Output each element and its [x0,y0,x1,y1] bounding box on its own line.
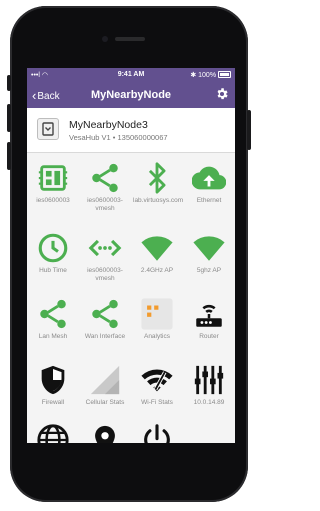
tile-label: Lan Mesh [38,333,68,340]
tile-internet[interactable] [27,415,79,443]
battery-icon [218,71,231,78]
tile-label: Cellular Stats [85,399,125,406]
battery-indicator: ✱ 100% [190,71,231,79]
wifi-speed-icon [141,369,173,392]
tile-power[interactable] [131,415,183,443]
clock-icon [38,233,68,263]
power-icon [144,424,170,443]
cloud-upload-icon [192,166,226,190]
volume-down-button [7,142,11,170]
sliders-icon [194,365,224,395]
tile-router[interactable]: Router [183,289,235,355]
tile-label: Firewall [41,399,65,406]
tile-label: Analytics [143,333,170,340]
tile-24ghz-ap[interactable]: 2.4GHz AP [131,223,183,289]
tile-label: Ethernet [196,197,222,204]
power-side-button [247,110,251,150]
status-bar: •••l ◠ 9:41 AM ✱ 100% [27,68,235,82]
tile-lan-mesh[interactable]: Lan Mesh [27,289,79,355]
tile-label: 2.4GHz AP [140,267,174,274]
feature-grid: ies0600003 ies0600003-vmesh lab.virtuosy… [27,153,235,443]
node-header[interactable]: MyNearbyNode3 VesaHub V1 • 135060000067 [27,108,235,153]
bluetooth-status-icon: ✱ [190,72,197,79]
tile-label: Router [199,333,219,340]
mute-switch [7,75,11,91]
analytics-icon [141,298,173,330]
share-icon [92,163,118,193]
wifi-icon [141,236,173,261]
tile-5ghz-ap[interactable]: 5ghz AP [183,223,235,289]
tile-ip-settings[interactable]: 10.0.14.89 [183,355,235,421]
gear-icon[interactable] [215,87,229,101]
share-icon [92,299,118,329]
tile-cellular-stats[interactable]: Cellular Stats [79,355,131,421]
router-icon [196,304,222,327]
globe-icon [37,424,69,443]
tile-vmesh-2[interactable]: ies0600003-vmesh [79,223,131,289]
tile-wifi-stats[interactable]: Wi-Fi Stats [131,355,183,421]
screen: •••l ◠ 9:41 AM ✱ 100% ‹Back MyNearbyNode… [27,68,235,443]
shield-icon [41,365,65,395]
node-name: MyNearbyNode3 [69,119,148,131]
tile-label: Hub Time [39,267,67,274]
tile-bluetooth[interactable]: lab.virtuosys.com [131,153,183,219]
page-title: MyNearbyNode [90,89,172,101]
tile-firewall[interactable]: Firewall [27,355,79,421]
node-subtitle: VesaHub V1 • 135060000067 [69,133,168,142]
bluetooth-icon [148,162,166,194]
share-icon [40,299,66,329]
tile-label: Wi-Fi Stats [141,399,173,406]
tile-location[interactable] [79,415,131,443]
chip-icon [38,165,68,191]
tile-ethernet[interactable]: Ethernet [183,153,235,219]
front-camera [102,36,108,42]
tile-analytics[interactable]: Analytics [131,289,183,355]
tile-label: 10.0.14.89 [193,399,225,406]
cellular-icon [90,365,120,395]
volume-up-button [7,104,11,132]
mesh-arrows-icon [88,239,122,257]
node-device-icon [37,118,59,140]
tile-label: Wan Interface [84,333,126,340]
tile-wan-interface[interactable]: Wan Interface [79,289,131,355]
tile-hub[interactable]: ies0600003 [27,153,79,219]
tile-hub-time[interactable]: Hub Time [27,223,79,289]
tile-label: 5ghz AP [196,267,222,274]
earpiece [115,37,145,41]
tile-label: ies0600003-vmesh [87,197,123,212]
tile-vmesh[interactable]: ies0600003-vmesh [79,153,131,219]
tile-label: ies0600003 [36,197,70,204]
navigation-bar: ‹Back MyNearbyNode [27,82,235,108]
location-pin-icon [95,425,115,443]
wifi-icon [193,236,225,261]
tile-label: ies0600003-vmesh [87,267,123,282]
tile-label: lab.virtuosys.com [133,197,184,204]
